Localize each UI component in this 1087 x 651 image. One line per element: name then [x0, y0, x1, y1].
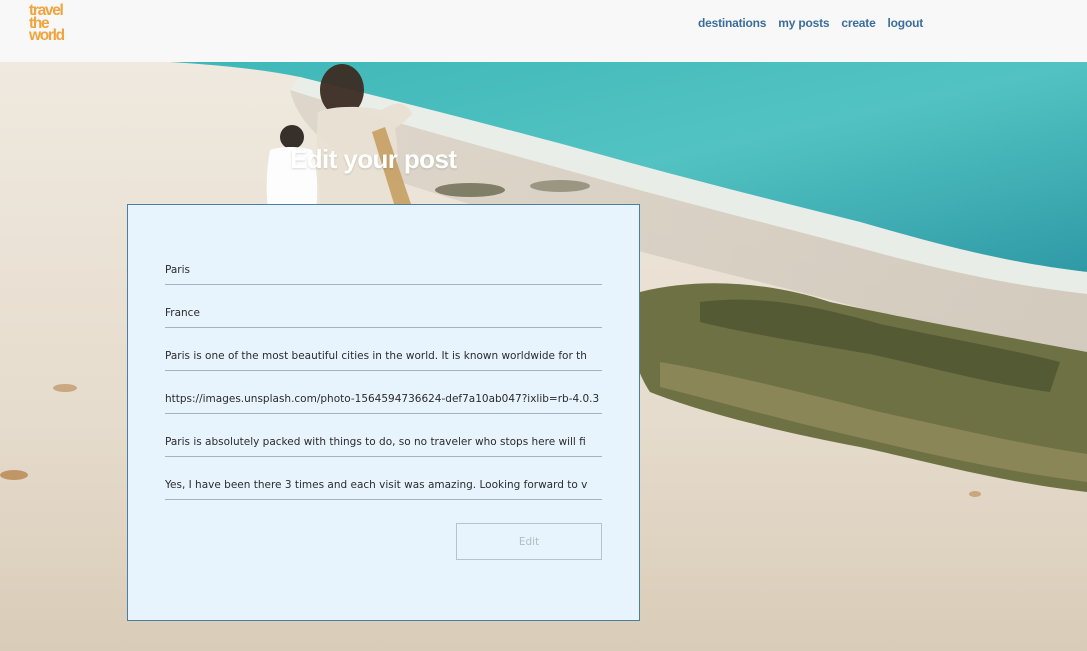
- page-title: Edit your post: [290, 144, 457, 174]
- logo[interactable]: travel the world: [29, 3, 89, 44]
- country-input[interactable]: [165, 285, 602, 328]
- site-header: travel the world destinations my posts c…: [0, 0, 1087, 62]
- nav-create[interactable]: create: [841, 16, 875, 30]
- edit-post-form: Edit: [127, 204, 640, 621]
- things-to-do-input[interactable]: [165, 414, 602, 457]
- nav-logout[interactable]: logout: [888, 16, 924, 30]
- nav-destinations[interactable]: destinations: [698, 16, 766, 30]
- personal-experience-input[interactable]: [165, 457, 602, 500]
- logo-line-world: world: [29, 27, 65, 44]
- image-url-input[interactable]: [165, 371, 602, 414]
- main-nav: destinations my posts create logout: [698, 16, 923, 30]
- nav-my-posts[interactable]: my posts: [778, 16, 829, 30]
- city-input[interactable]: [165, 242, 602, 285]
- description-input[interactable]: [165, 328, 602, 371]
- edit-button[interactable]: Edit: [456, 523, 602, 560]
